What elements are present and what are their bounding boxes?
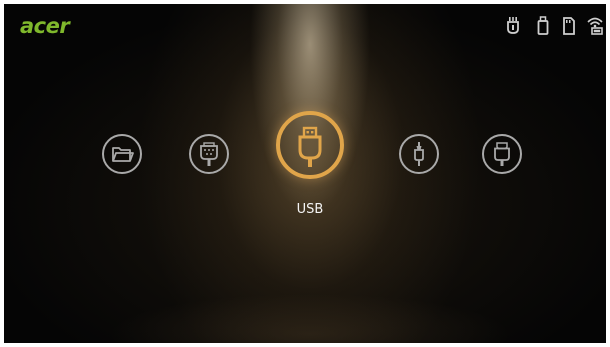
- status-bar: [506, 16, 604, 40]
- vga-connector-icon: [200, 142, 218, 166]
- av-source-button[interactable]: [399, 134, 439, 174]
- usb-drive-icon: [537, 16, 549, 40]
- folder-icon: [112, 147, 134, 162]
- usb-plug-icon: [506, 16, 520, 40]
- selected-source-label: USB: [296, 202, 324, 217]
- wifi-display-icon: [586, 16, 604, 40]
- usb-source-button[interactable]: [276, 111, 344, 179]
- usb-icon: [298, 126, 322, 167]
- av-jack-icon: [414, 142, 424, 166]
- vga-source-button[interactable]: [189, 134, 229, 174]
- hdmi-source-button[interactable]: [482, 134, 522, 174]
- acer-logo: acer: [20, 14, 70, 38]
- folder-source-button[interactable]: [102, 134, 142, 174]
- sd-card-icon: [562, 16, 576, 40]
- media-screen: acer USB: [4, 4, 606, 343]
- hdmi-connector-icon: [494, 142, 510, 166]
